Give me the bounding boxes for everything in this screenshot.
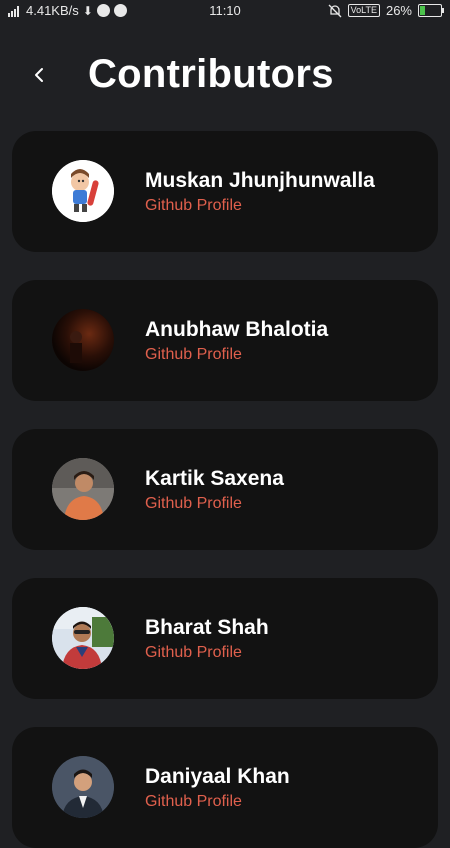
battery-charging-icon — [418, 4, 444, 17]
contributor-card[interactable]: Daniyaal Khan Github Profile — [12, 727, 438, 848]
contributor-name: Daniyaal Khan — [145, 765, 290, 788]
battery-tip — [442, 8, 444, 13]
status-bar: 4.41KB/s ⬇ 11:10 VoLTE 26% — [0, 0, 450, 24]
contributor-card[interactable]: Anubhaw Bhalotia Github Profile — [12, 280, 438, 401]
person-photo-avatar-image — [52, 756, 114, 818]
avatar — [52, 309, 114, 371]
github-profile-link[interactable]: Github Profile — [145, 346, 242, 364]
battery-percent: 26% — [385, 3, 412, 18]
github-profile-link[interactable]: Github Profile — [145, 197, 242, 215]
cartoon-avatar-image — [52, 160, 114, 222]
contributor-card[interactable]: Kartik Saxena Github Profile — [12, 429, 438, 550]
contributor-name: Bharat Shah — [145, 616, 269, 639]
avatar — [52, 607, 114, 669]
person-photo-avatar-image — [52, 607, 114, 669]
volte-badge: VoLTE — [347, 4, 380, 17]
status-right: VoLTE 26% — [328, 3, 444, 18]
header: Contributors — [0, 48, 450, 108]
battery-fill — [420, 6, 425, 15]
page-title: Contributors — [88, 52, 334, 96]
avatar — [52, 458, 114, 520]
dark-photo-avatar-image — [52, 309, 114, 371]
contributor-name: Kartik Saxena — [145, 467, 284, 490]
contributor-name: Anubhaw Bhalotia — [145, 318, 329, 341]
chevron-left-icon — [35, 68, 43, 82]
bell-muted-icon — [328, 4, 342, 17]
github-profile-link[interactable]: Github Profile — [145, 495, 242, 513]
avatar — [52, 756, 114, 818]
github-profile-link[interactable]: Github Profile — [145, 644, 242, 662]
github-profile-link[interactable]: Github Profile — [145, 793, 242, 811]
contributor-card[interactable]: Bharat Shah Github Profile — [12, 578, 438, 699]
avatar — [52, 160, 114, 222]
person-photo-avatar-image — [52, 458, 114, 520]
contributor-card[interactable]: Muskan Jhunjhunwalla Github Profile — [12, 131, 438, 252]
contributor-name: Muskan Jhunjhunwalla — [145, 169, 375, 192]
back-button[interactable] — [26, 62, 52, 88]
